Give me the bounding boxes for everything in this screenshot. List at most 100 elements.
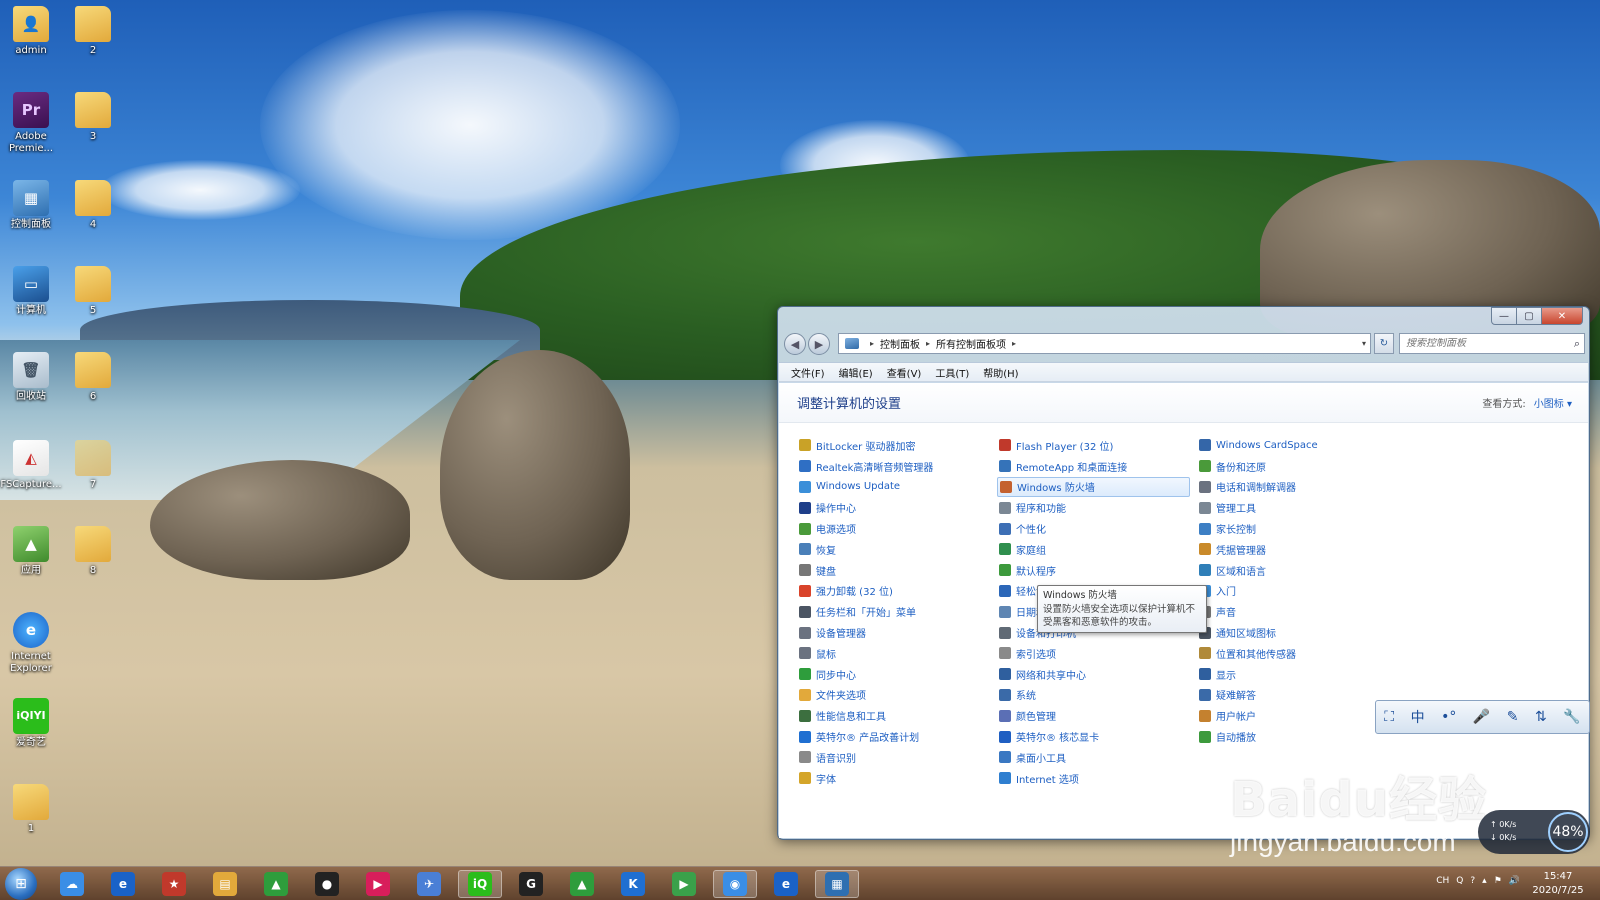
- ime-button-icon[interactable]: 🎤: [1473, 709, 1490, 725]
- control-panel-item[interactable]: 网络和共享中心: [997, 664, 1197, 685]
- desktop-icon-folder-7[interactable]: 7: [62, 440, 124, 491]
- clock[interactable]: 15:47 2020/7/25: [1526, 870, 1590, 898]
- control-panel-item[interactable]: 个性化: [997, 518, 1197, 539]
- control-panel-item[interactable]: 英特尔® 产品改善计划: [797, 726, 997, 747]
- desktop-icon-apps[interactable]: ▲ 应用: [0, 526, 62, 577]
- taskbar-app-baidu-netdisk[interactable]: ☁: [50, 870, 94, 898]
- ime-button-icon[interactable]: 🔧: [1563, 709, 1580, 725]
- desktop-icon-internet-explorer[interactable]: e Internet Explorer: [0, 612, 62, 675]
- control-panel-item[interactable]: 鼠标: [797, 643, 997, 664]
- tray-icon[interactable]: ?: [1470, 876, 1475, 886]
- desktop-icon-control-panel[interactable]: ▦ 控制面板: [0, 180, 62, 231]
- desktop-icon-fscapture[interactable]: ◭ FSCapture...: [0, 440, 62, 491]
- breadcrumb-control-panel[interactable]: 控制面板: [880, 336, 920, 351]
- control-panel-item[interactable]: 颜色管理: [997, 705, 1197, 726]
- taskbar-app-qq[interactable]: ●: [305, 870, 349, 898]
- taskbar-app-app-green[interactable]: ▲: [254, 870, 298, 898]
- control-panel-item[interactable]: 任务栏和「开始」菜单: [797, 601, 997, 622]
- menu-view[interactable]: 查看(V): [887, 365, 922, 380]
- menu-tools[interactable]: 工具(T): [935, 365, 969, 380]
- control-panel-item[interactable]: 英特尔® 核芯显卡: [997, 726, 1197, 747]
- taskbar-app-ie2[interactable]: e: [764, 870, 808, 898]
- menu-help[interactable]: 帮助(H): [983, 365, 1018, 380]
- ime-button-icon[interactable]: •°: [1441, 709, 1456, 725]
- control-panel-item[interactable]: Realtek高清晰音频管理器: [797, 456, 997, 477]
- taskbar-app-control-panel[interactable]: ▦: [815, 870, 859, 898]
- control-panel-item[interactable]: Windows Update: [797, 477, 997, 498]
- control-panel-item[interactable]: 通知区域图标: [1197, 622, 1397, 643]
- view-by-dropdown[interactable]: 小图标 ▾: [1534, 399, 1572, 410]
- address-bar[interactable]: ▸ 控制面板 ▸ 所有控制面板项 ▸ ▾: [838, 333, 1371, 354]
- refresh-button[interactable]: ↻: [1374, 333, 1394, 354]
- control-panel-item[interactable]: 声音: [1197, 601, 1397, 622]
- desktop-icon-folder-3[interactable]: 3: [62, 92, 124, 143]
- address-dropdown-icon[interactable]: ▾: [1362, 339, 1366, 348]
- maximize-button[interactable]: ▢: [1516, 307, 1542, 325]
- close-button[interactable]: ✕: [1541, 307, 1583, 325]
- forward-button[interactable]: ▶: [808, 333, 830, 355]
- control-panel-item[interactable]: 位置和其他传感器: [1197, 643, 1397, 664]
- control-panel-item[interactable]: 性能信息和工具: [797, 705, 997, 726]
- control-panel-item[interactable]: BitLocker 驱动器加密: [797, 435, 997, 456]
- control-panel-item[interactable]: RemoteApp 和桌面连接: [997, 456, 1197, 477]
- taskbar-app-browser[interactable]: ◉: [713, 870, 757, 898]
- control-panel-item[interactable]: Windows 防火墙: [997, 476, 1190, 498]
- control-panel-item[interactable]: 入门: [1197, 581, 1397, 602]
- desktop-icon-premiere[interactable]: Pr Adobe Premie...: [0, 92, 62, 155]
- taskbar-app-iqiyi[interactable]: iQ: [458, 870, 502, 898]
- control-panel-item[interactable]: 备份和还原: [1197, 456, 1397, 477]
- desktop-icon-folder-2[interactable]: 2: [62, 6, 124, 57]
- control-panel-item[interactable]: 管理工具: [1197, 497, 1397, 518]
- control-panel-item[interactable]: 索引选项: [997, 643, 1197, 664]
- menu-edit[interactable]: 编辑(E): [839, 365, 873, 380]
- taskbar-app-ie[interactable]: e: [101, 870, 145, 898]
- control-panel-item[interactable]: 同步中心: [797, 664, 997, 685]
- tray-icon[interactable]: ▴: [1482, 876, 1487, 886]
- search-input[interactable]: [1406, 338, 1566, 349]
- control-panel-item[interactable]: 语音识别: [797, 747, 997, 768]
- control-panel-item[interactable]: 疑难解答: [1197, 685, 1397, 706]
- control-panel-item[interactable]: 恢复: [797, 539, 997, 560]
- control-panel-item[interactable]: 操作中心: [797, 497, 997, 518]
- menu-file[interactable]: 文件(F): [791, 365, 825, 380]
- taskbar-app-app-g[interactable]: G: [509, 870, 553, 898]
- control-panel-item[interactable]: 强力卸载 (32 位): [797, 581, 997, 602]
- desktop-icon-folder-5[interactable]: 5: [62, 266, 124, 317]
- control-panel-item[interactable]: 设备管理器: [797, 622, 997, 643]
- control-panel-item[interactable]: 凭据管理器: [1197, 539, 1397, 560]
- tray-icon[interactable]: Q: [1456, 876, 1463, 886]
- control-panel-item[interactable]: 显示: [1197, 664, 1397, 685]
- ime-button-icon[interactable]: ⇅: [1535, 709, 1547, 725]
- control-panel-item[interactable]: 电源选项: [797, 518, 997, 539]
- control-panel-item[interactable]: Windows CardSpace: [1197, 435, 1397, 456]
- desktop-icon-admin[interactable]: 👤 admin: [0, 6, 62, 57]
- search-box[interactable]: ⌕: [1399, 333, 1585, 354]
- control-panel-item[interactable]: 字体: [797, 768, 997, 789]
- control-panel-item[interactable]: Flash Player (32 位): [997, 435, 1197, 456]
- taskbar-app-feishu[interactable]: ✈: [407, 870, 451, 898]
- breadcrumb-all-items[interactable]: 所有控制面板项: [936, 336, 1006, 351]
- ime-button-icon[interactable]: ✎: [1507, 709, 1519, 725]
- tray-icon[interactable]: 🔊: [1509, 876, 1520, 886]
- control-panel-item[interactable]: 程序和功能: [997, 497, 1197, 518]
- desktop-icon-recycle-bin[interactable]: 🗑 回收站: [0, 352, 62, 403]
- taskbar-app-app-green2[interactable]: ▲: [560, 870, 604, 898]
- tray-icon[interactable]: CH: [1436, 876, 1449, 886]
- control-panel-item[interactable]: 用户帐户: [1197, 705, 1397, 726]
- control-panel-item[interactable]: 家庭组: [997, 539, 1197, 560]
- desktop-icon-iqiyi[interactable]: iQIYI 爱奇艺: [0, 698, 62, 749]
- minimize-button[interactable]: —: [1491, 307, 1517, 325]
- control-panel-item[interactable]: 家长控制: [1197, 518, 1397, 539]
- desktop-icon-folder-8[interactable]: 8: [62, 526, 124, 577]
- ime-button-icon[interactable]: 中: [1411, 707, 1425, 727]
- control-panel-item[interactable]: 系统: [997, 685, 1197, 706]
- taskbar-app-explorer[interactable]: ▤: [203, 870, 247, 898]
- back-button[interactable]: ◀: [784, 333, 806, 355]
- network-speed-widget[interactable]: ↑ 0K/s ↓ 0K/s 48%: [1478, 810, 1590, 854]
- taskbar-app-youku[interactable]: ▶: [356, 870, 400, 898]
- ime-button-icon[interactable]: ⛶: [1384, 709, 1394, 725]
- control-panel-item[interactable]: 自动播放: [1197, 726, 1397, 747]
- control-panel-item[interactable]: 桌面小工具: [997, 747, 1197, 768]
- control-panel-item[interactable]: 区域和语言: [1197, 560, 1397, 581]
- taskbar-app-app-red[interactable]: ★: [152, 870, 196, 898]
